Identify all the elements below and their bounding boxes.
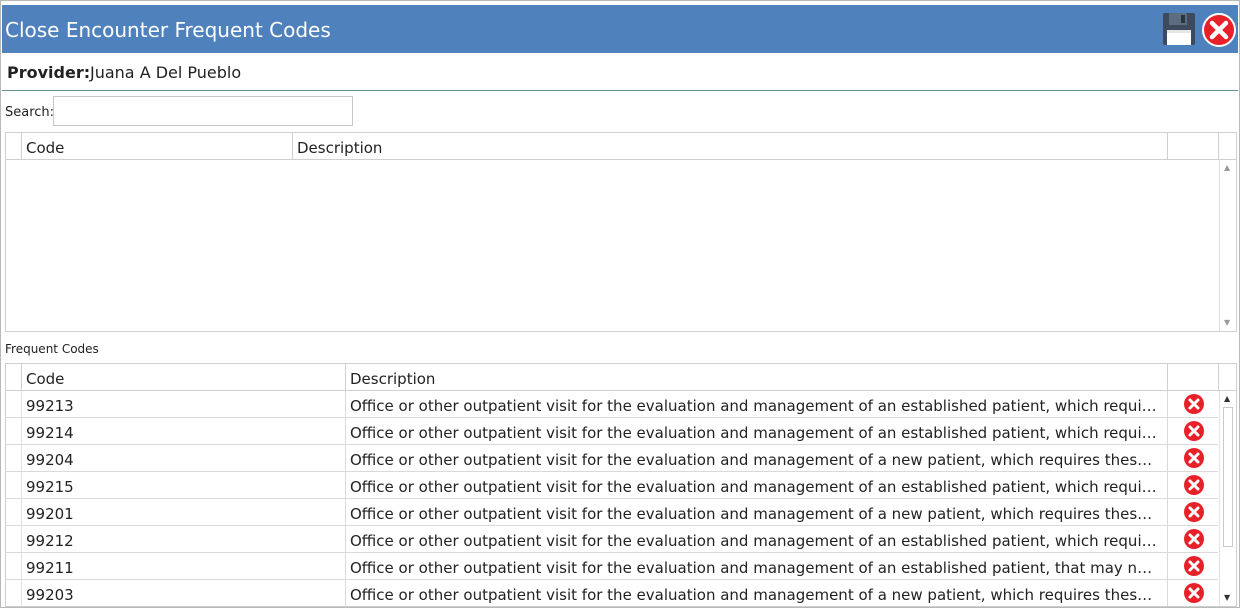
row-selector[interactable]	[6, 526, 22, 552]
delete-button[interactable]	[1168, 580, 1218, 606]
delete-button[interactable]	[1168, 526, 1218, 552]
description-cell: Office or other outpatient visit for the…	[346, 553, 1168, 579]
floppy-disk-icon	[1163, 13, 1195, 45]
delete-button[interactable]	[1168, 553, 1218, 579]
frequent-codes-rows: 99213 Office or other outpatient visit f…	[6, 391, 1218, 606]
close-icon	[1202, 13, 1236, 47]
scrollbar-thumb[interactable]	[1223, 407, 1233, 547]
column-header-action	[1168, 133, 1219, 159]
table-row[interactable]: 99214 Office or other outpatient visit f…	[6, 418, 1218, 445]
delete-icon	[1184, 529, 1204, 549]
column-header-code[interactable]: Code	[22, 364, 346, 390]
table-row[interactable]: 99215 Office or other outpatient visit f…	[6, 472, 1218, 499]
code-cell: 99203	[22, 580, 346, 606]
scroll-up-icon[interactable]: ▲	[1224, 164, 1230, 172]
grid-header: Code Description	[6, 133, 1236, 160]
delete-button[interactable]	[1168, 418, 1218, 444]
dialog-window: Close Encounter Frequent Codes Provider:…	[0, 0, 1240, 608]
delete-button[interactable]	[1168, 445, 1218, 471]
description-cell: Office or other outpatient visit for the…	[346, 580, 1168, 606]
code-cell: 99214	[22, 418, 346, 444]
code-cell: 99211	[22, 553, 346, 579]
frequent-codes-label: Frequent Codes	[5, 342, 99, 356]
save-button[interactable]	[1162, 11, 1196, 47]
provider-label: Provider:	[7, 63, 91, 82]
column-header-action	[1168, 364, 1219, 390]
row-selector[interactable]	[6, 445, 22, 471]
table-row[interactable]: 99213 Office or other outpatient visit f…	[6, 391, 1218, 418]
description-cell: Office or other outpatient visit for the…	[346, 499, 1168, 525]
table-row[interactable]: 99212 Office or other outpatient visit f…	[6, 526, 1218, 553]
code-cell: 99212	[22, 526, 346, 552]
scroll-down-icon[interactable]: ▼	[1224, 594, 1230, 602]
scroll-down-icon[interactable]: ▼	[1224, 319, 1230, 327]
row-selector[interactable]	[6, 472, 22, 498]
description-cell: Office or other outpatient visit for the…	[346, 472, 1168, 498]
description-cell: Office or other outpatient visit for the…	[346, 445, 1168, 471]
delete-icon	[1184, 394, 1204, 414]
row-selector[interactable]	[6, 418, 22, 444]
description-cell: Office or other outpatient visit for the…	[346, 391, 1168, 417]
delete-icon	[1184, 448, 1204, 468]
delete-button[interactable]	[1168, 499, 1218, 525]
delete-button[interactable]	[1168, 472, 1218, 498]
search-results-grid: Code Description ▲ ▼	[5, 132, 1237, 332]
provider-name: Juana A Del Pueblo	[90, 63, 242, 82]
row-selector[interactable]	[6, 553, 22, 579]
title-bar: Close Encounter Frequent Codes	[2, 5, 1238, 53]
table-row[interactable]: 99201 Office or other outpatient visit f…	[6, 499, 1218, 526]
description-cell: Office or other outpatient visit for the…	[346, 526, 1168, 552]
table-row[interactable]: 99203 Office or other outpatient visit f…	[6, 580, 1218, 606]
delete-button[interactable]	[1168, 391, 1218, 417]
delete-icon	[1184, 421, 1204, 441]
code-cell: 99213	[22, 391, 346, 417]
row-selector-header	[6, 364, 22, 390]
table-row[interactable]: 99204 Office or other outpatient visit f…	[6, 445, 1218, 472]
close-button[interactable]	[1201, 12, 1237, 48]
row-selector[interactable]	[6, 391, 22, 417]
description-cell: Office or other outpatient visit for the…	[346, 418, 1168, 444]
table-row[interactable]: 99211 Office or other outpatient visit f…	[6, 553, 1218, 580]
row-selector[interactable]	[6, 499, 22, 525]
delete-icon	[1184, 583, 1204, 603]
column-header-description[interactable]: Description	[293, 133, 1168, 159]
delete-icon	[1184, 475, 1204, 495]
scroll-up-icon[interactable]: ▲	[1224, 395, 1230, 403]
search-label: Search:	[5, 105, 55, 120]
frequent-grid-scrollbar[interactable]: ▲ ▼	[1219, 391, 1236, 606]
row-selector-header	[6, 133, 22, 159]
search-grid-scrollbar[interactable]: ▲ ▼	[1219, 160, 1236, 331]
grid-header: Code Description	[6, 364, 1236, 391]
column-header-code[interactable]: Code	[22, 133, 293, 159]
code-cell: 99215	[22, 472, 346, 498]
provider-bar: Provider: Juana A Del Pueblo	[2, 54, 1238, 91]
frequent-codes-grid: Code Description 99213 Office or other o…	[5, 363, 1237, 607]
code-cell: 99204	[22, 445, 346, 471]
window-title: Close Encounter Frequent Codes	[5, 18, 331, 42]
column-header-description[interactable]: Description	[346, 364, 1168, 390]
code-cell: 99201	[22, 499, 346, 525]
row-selector[interactable]	[6, 580, 22, 606]
delete-icon	[1184, 502, 1204, 522]
delete-icon	[1184, 556, 1204, 576]
search-input[interactable]	[53, 96, 353, 126]
